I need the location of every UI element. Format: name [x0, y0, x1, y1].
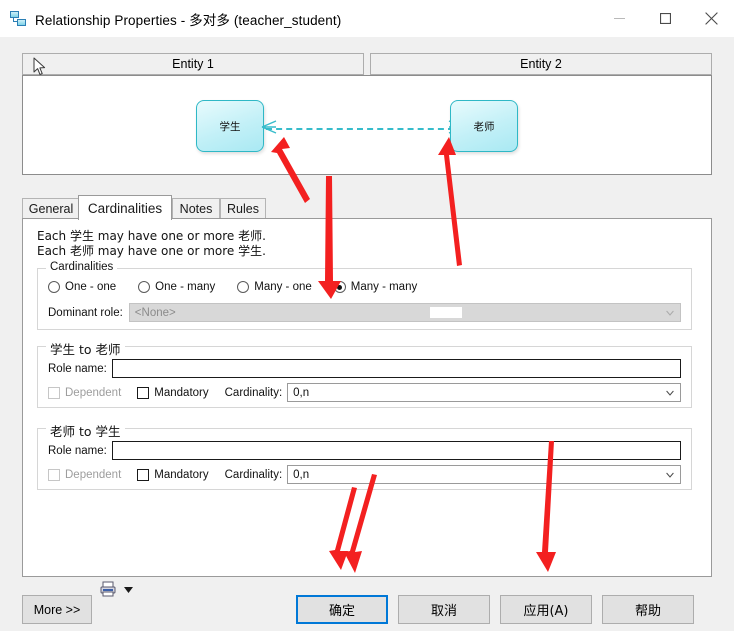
relationship-line	[266, 128, 454, 130]
forward-role-group: 学生 to 老师 Role name: Dependent Mandatory …	[37, 339, 692, 408]
radio-one-one-label: One - one	[65, 281, 117, 293]
relationship-description: Each 学生 may have one or more 老师. Each 老师…	[37, 229, 266, 259]
description-line-2: Each 老师 may have one or more 学生.	[37, 244, 266, 258]
tab-notes[interactable]: Notes	[172, 198, 220, 219]
entity-box-left[interactable]: 学生	[196, 100, 264, 152]
forward-role-name-input[interactable]	[111, 359, 681, 378]
entity-2-label: Entity 2	[520, 57, 562, 71]
radio-one-many-label: One - many	[155, 281, 216, 293]
entity-1-header[interactable]: Entity 1	[22, 53, 364, 75]
entity-2-header[interactable]: Entity 2	[370, 53, 712, 75]
forward-cardinality-select[interactable]: 0,n	[287, 383, 681, 402]
radio-many-one-dot	[237, 281, 250, 293]
reverse-role-group-title: 老师 to 学生	[46, 421, 125, 440]
radio-one-many-dot	[138, 281, 151, 293]
forward-mandatory-checkbox[interactable]: Mandatory	[137, 386, 209, 399]
cardinality-radio-group: One - one One - many Many - one Many - m…	[48, 281, 439, 293]
tab-strip: General Cardinalities Notes Rules	[22, 195, 712, 220]
reverse-role-name-label: Role name:	[48, 444, 107, 457]
radio-one-one[interactable]: One - one	[48, 281, 116, 293]
entity-box-left-label: 学生	[219, 120, 241, 133]
radio-one-one-dot	[48, 281, 60, 293]
ok-button-label: 确定	[328, 604, 355, 619]
relationship-diagram[interactable]: 学生 老师	[22, 75, 712, 175]
tab-general[interactable]: General	[22, 198, 80, 219]
printer-icon[interactable]	[100, 581, 116, 597]
cardinalities-group: Cardinalities One - one One - many Many …	[37, 261, 692, 330]
forward-cardinality-value: 0,n	[293, 386, 310, 399]
apply-button-label: 应用(A)	[523, 604, 569, 619]
dominant-role-row: Dominant role: <None>	[48, 303, 681, 322]
chevron-down-icon	[666, 472, 674, 478]
chevron-down-icon	[666, 310, 674, 316]
reverse-role-name-row: Role name:	[48, 441, 681, 460]
tab-rules[interactable]: Rules	[220, 198, 266, 219]
cancel-button-label: 取消	[430, 604, 457, 619]
crow-foot-left-icon	[261, 120, 277, 134]
tab-cardinalities[interactable]: Cardinalities	[78, 195, 172, 220]
forward-role-name-label: Role name:	[48, 362, 107, 375]
reverse-mandatory-checkbox[interactable]: Mandatory	[137, 468, 209, 481]
forward-mandatory-box	[137, 386, 150, 399]
reverse-mandatory-label: Mandatory	[154, 468, 209, 481]
ok-button[interactable]: 确定	[296, 595, 388, 624]
cardinalities-tab-page: Each 学生 may have one or more 老师. Each 老师…	[22, 218, 712, 577]
apply-button[interactable]: 应用(A)	[500, 595, 592, 624]
tab-notes-label: Notes	[179, 202, 213, 216]
radio-many-many-label: Many - many	[350, 281, 418, 293]
forward-mandatory-label: Mandatory	[154, 386, 209, 399]
reverse-role-options-row: Dependent Mandatory Cardinality: 0,n	[48, 465, 681, 484]
dominant-role-value: <None>	[134, 306, 176, 319]
reverse-mandatory-box	[137, 468, 150, 481]
radio-many-many[interactable]: Many - many	[333, 281, 418, 293]
more-button-label: More >>	[33, 602, 81, 617]
forward-role-group-title: 学生 to 老师	[46, 339, 125, 358]
minimize-button[interactable]	[596, 0, 642, 37]
chevron-down-icon[interactable]	[124, 587, 133, 593]
dialog-body: Entity 1 Entity 2 学生 老师 General Cardinal…	[0, 37, 734, 631]
radio-many-one[interactable]: Many - one	[237, 281, 312, 293]
help-button[interactable]: 帮助	[602, 595, 694, 624]
forward-role-options-row: Dependent Mandatory Cardinality: 0,n	[48, 383, 681, 402]
reverse-cardinality-value: 0,n	[293, 468, 310, 481]
radio-one-many[interactable]: One - many	[138, 281, 215, 293]
entity-box-right[interactable]: 老师	[450, 100, 518, 152]
maximize-button[interactable]	[642, 0, 688, 37]
entity-box-right-label: 老师	[473, 120, 495, 133]
entity-header-bar: Entity 1 Entity 2	[22, 53, 712, 75]
tab-general-label: General	[28, 202, 74, 216]
close-button[interactable]	[688, 0, 734, 37]
forward-cardinality-label: Cardinality:	[224, 386, 283, 399]
description-line-1: Each 学生 may have one or more 老师.	[37, 229, 266, 243]
radio-many-one-label: Many - one	[254, 281, 312, 293]
more-button[interactable]: More >>	[22, 595, 92, 624]
render-artifact	[429, 307, 462, 318]
reverse-cardinality-select[interactable]: 0,n	[287, 465, 681, 484]
forward-dependent-checkbox: Dependent	[48, 386, 122, 399]
relationship-icon	[10, 10, 28, 28]
title-bar: Relationship Properties - 多对多 (teacher_s…	[0, 0, 734, 37]
reverse-dependent-label: Dependent	[65, 468, 122, 481]
entity-1-label: Entity 1	[172, 57, 214, 71]
radio-many-many-dot	[333, 281, 346, 293]
tab-cardinalities-label: Cardinalities	[87, 200, 163, 216]
forward-dependent-label: Dependent	[65, 386, 122, 399]
reverse-cardinality-label: Cardinality:	[224, 468, 283, 481]
cardinalities-group-title: Cardinalities	[46, 261, 118, 273]
forward-dependent-box	[48, 386, 60, 399]
forward-role-name-row: Role name:	[48, 359, 681, 378]
window-title: Relationship Properties - 多对多 (teacher_s…	[35, 12, 342, 28]
window-controls	[596, 0, 734, 37]
cancel-button[interactable]: 取消	[398, 595, 490, 624]
help-button-label: 帮助	[634, 604, 661, 619]
mouse-cursor	[33, 57, 46, 75]
reverse-role-group: 老师 to 学生 Role name: Dependent Mandatory …	[37, 421, 692, 490]
reverse-role-name-input[interactable]	[111, 441, 681, 460]
tab-rules-label: Rules	[227, 202, 259, 216]
reverse-dependent-box	[48, 468, 60, 481]
chevron-down-icon	[666, 390, 674, 396]
reverse-dependent-checkbox: Dependent	[48, 468, 122, 481]
dominant-role-select: <None>	[128, 303, 681, 322]
dominant-role-label: Dominant role:	[48, 306, 123, 319]
